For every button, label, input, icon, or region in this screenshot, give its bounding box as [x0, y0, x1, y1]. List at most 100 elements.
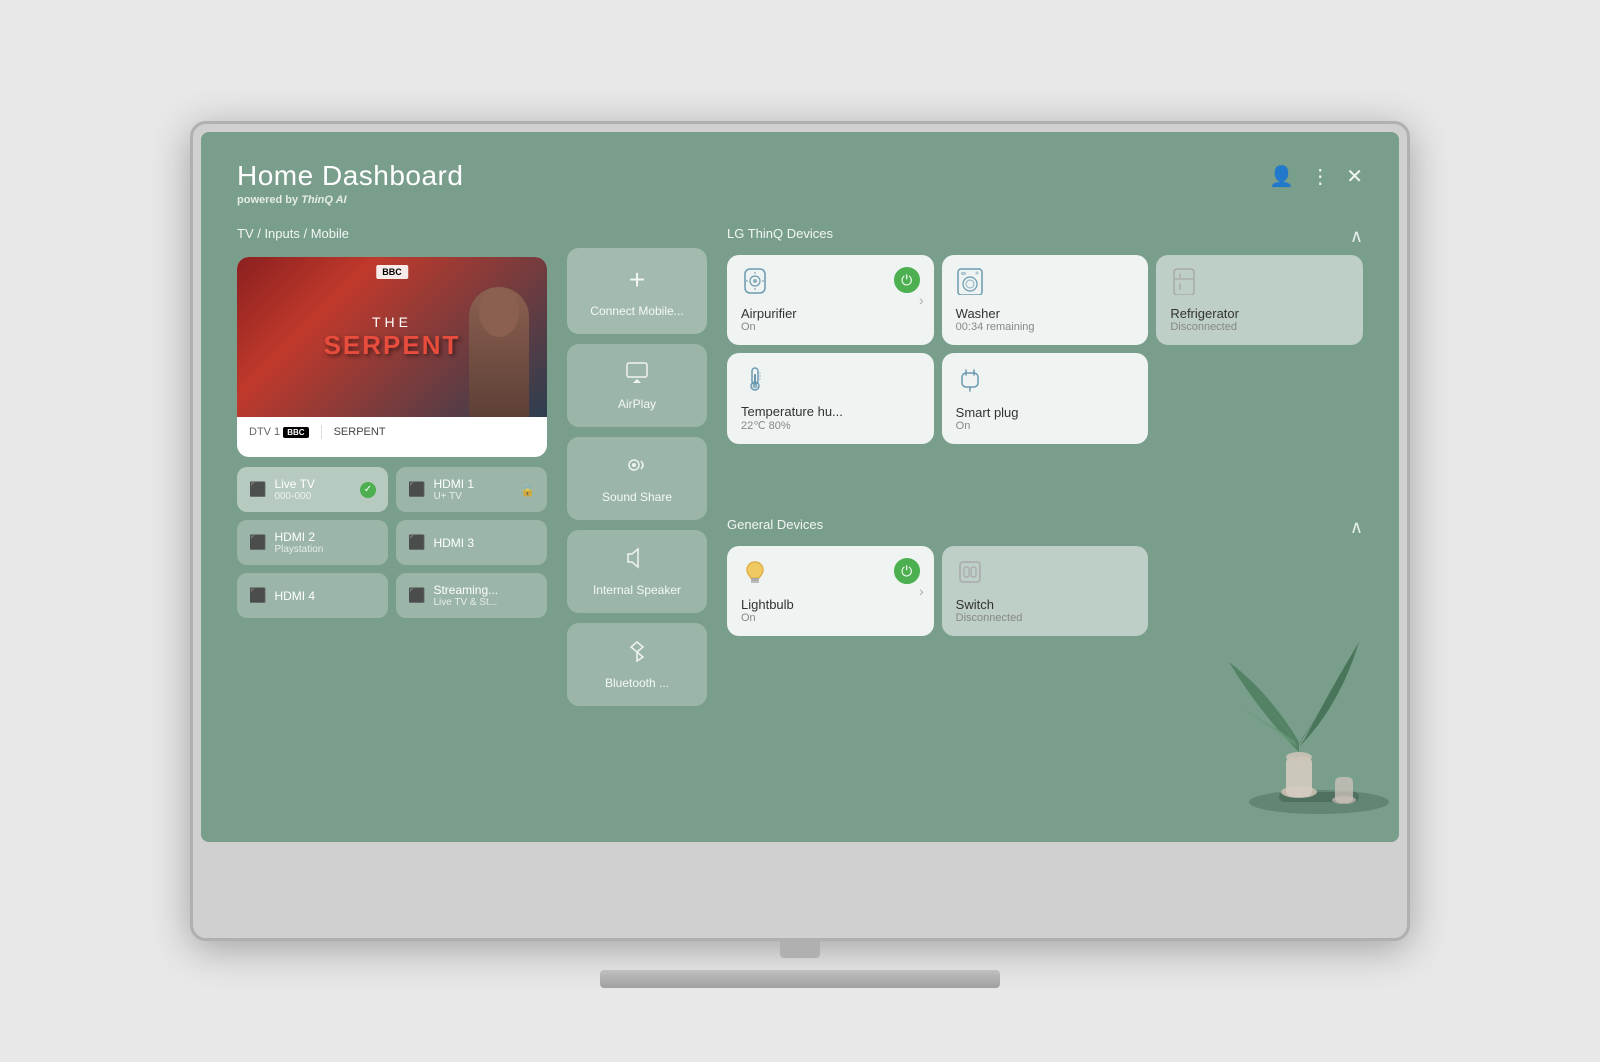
hdmi2-icon: ⬛ — [249, 534, 266, 551]
airpurifier-power-button[interactable]: ⏻ — [894, 267, 920, 293]
refrigerator-icon — [1170, 267, 1198, 300]
channel-label: DTV 1 BBC — [249, 426, 309, 438]
thinq-section: LG ThinQ Devices ∧ — [727, 226, 1363, 517]
device-lightbulb[interactable]: ⏻ Lightbulb On › — [727, 546, 934, 636]
switch-name: Switch — [956, 597, 1135, 612]
switch-icon — [956, 558, 984, 591]
airpurifier-chevron: › — [919, 292, 924, 308]
hdmi4-label: HDMI 4 — [274, 589, 315, 603]
middle-panel: + Connect Mobile... AirPlay — [567, 226, 707, 808]
bbc-badge: BBC — [376, 265, 408, 279]
hdmi3-label: HDMI 3 — [433, 536, 474, 550]
airplay-icon — [625, 360, 649, 389]
washer-name: Washer — [956, 306, 1135, 321]
airpurifier-name: Airpurifier — [741, 306, 920, 321]
close-button[interactable]: ✕ — [1346, 164, 1363, 189]
dashboard: Home Dashboard powered by ThinQ AI 👤 ⋮ ✕… — [201, 132, 1399, 842]
airpurifier-status: On — [741, 321, 920, 333]
input-hdmi4[interactable]: ⬛ HDMI 4 — [237, 573, 388, 618]
input-hdmi1[interactable]: ⬛ HDMI 1 U+ TV 🔒 — [396, 467, 547, 512]
hdmi1-lock-icon: 🔒 — [520, 483, 535, 497]
lightbulb-power-button[interactable]: ⏻ — [894, 558, 920, 584]
sound-share-label: Sound Share — [602, 490, 672, 504]
connect-mobile-card[interactable]: + Connect Mobile... — [567, 248, 707, 334]
tv-stand-neck — [780, 938, 820, 958]
tv-stand — [600, 938, 1000, 988]
switch-status: Disconnected — [956, 612, 1135, 624]
thinq-collapse-button[interactable]: ∧ — [1350, 226, 1363, 247]
general-section-header: General Devices ∧ — [727, 517, 1363, 538]
connect-mobile-icon: + — [629, 264, 645, 296]
thinq-section-label: LG ThinQ Devices — [727, 226, 833, 241]
more-options-button[interactable]: ⋮ — [1310, 164, 1330, 189]
streaming-icon: ⬛ — [408, 587, 425, 604]
lightbulb-name: Lightbulb — [741, 597, 920, 612]
input-live-tv[interactable]: ⬛ Live TV 000-000 ✓ — [237, 467, 388, 512]
tv-section-label: TV / Inputs / Mobile — [237, 226, 547, 241]
header-title-group: Home Dashboard powered by ThinQ AI — [237, 160, 463, 206]
bbc-inline: BBC — [283, 427, 308, 438]
device-smartplug[interactable]: Smart plug On — [942, 353, 1149, 444]
bluetooth-label: Bluetooth ... — [605, 676, 669, 690]
content-area: TV / Inputs / Mobile BBC THE SERPENT — [237, 226, 1363, 808]
washer-status: 00:34 remaining — [956, 321, 1135, 333]
input-streaming[interactable]: ⬛ Streaming... Live TV & St... — [396, 573, 547, 618]
general-collapse-button[interactable]: ∧ — [1350, 517, 1363, 538]
smartplug-icon — [956, 365, 984, 398]
show-label: SERPENT — [334, 426, 386, 438]
connect-mobile-label: Connect Mobile... — [590, 304, 683, 318]
refrigerator-status: Disconnected — [1170, 321, 1349, 333]
tv-screen: Home Dashboard powered by ThinQ AI 👤 ⋮ ✕… — [201, 132, 1399, 842]
airplay-label: AirPlay — [618, 397, 656, 411]
streaming-label: Streaming... — [433, 583, 498, 597]
lightbulb-icon — [741, 558, 769, 591]
lightbulb-chevron: › — [919, 583, 924, 599]
device-washer[interactable]: Washer 00:34 remaining — [942, 255, 1149, 345]
left-panel: TV / Inputs / Mobile BBC THE SERPENT — [237, 226, 547, 808]
washer-icon — [956, 267, 984, 300]
tv-preview-card[interactable]: BBC THE SERPENT DTV — [237, 257, 547, 457]
show-title: THE SERPENT — [324, 314, 461, 361]
profile-button[interactable]: 👤 — [1269, 164, 1294, 189]
live-tv-icon: ⬛ — [249, 481, 266, 498]
tv-info-bar: DTV 1 BBC SERPENT — [237, 417, 547, 447]
sound-share-card[interactable]: Sound Share — [567, 437, 707, 520]
hdmi1-sublabel: U+ TV — [433, 491, 474, 502]
refrigerator-name: Refrigerator — [1170, 306, 1349, 321]
airpurifier-icon — [741, 267, 769, 300]
hdmi3-icon: ⬛ — [408, 534, 425, 551]
header-subtitle: powered by ThinQ AI — [237, 194, 463, 206]
show-name: SERPENT — [324, 330, 461, 361]
internal-speaker-label: Internal Speaker — [593, 583, 681, 597]
subtitle-prefix: powered by — [237, 194, 301, 206]
device-refrigerator[interactable]: Refrigerator Disconnected — [1156, 255, 1363, 345]
thinq-section-header: LG ThinQ Devices ∧ — [727, 226, 1363, 247]
smartplug-status: On — [956, 420, 1135, 432]
live-tv-sublabel: 000-000 — [274, 491, 314, 502]
live-tv-label: Live TV — [274, 477, 314, 491]
device-temperature[interactable]: Temperature hu... 22℃ 80% — [727, 353, 934, 444]
input-hdmi3[interactable]: ⬛ HDMI 3 — [396, 520, 547, 565]
temperature-name: Temperature hu... — [741, 404, 920, 419]
bluetooth-icon — [625, 639, 649, 668]
thinq-devices-grid: ⏻ Airpurifier On › — [727, 255, 1363, 444]
header-controls: 👤 ⋮ ✕ — [1269, 164, 1363, 189]
decorative-scene — [1199, 562, 1399, 842]
live-tv-check: ✓ — [360, 482, 376, 498]
input-hdmi2[interactable]: ⬛ HDMI 2 Playstation — [237, 520, 388, 565]
hdmi2-sublabel: Playstation — [274, 544, 323, 555]
device-airpurifier[interactable]: ⏻ Airpurifier On › — [727, 255, 934, 345]
subtitle-brand: ThinQ AI — [301, 194, 346, 206]
hdmi1-icon: ⬛ — [408, 481, 425, 498]
streaming-sublabel: Live TV & St... — [433, 597, 498, 608]
device-switch[interactable]: Switch Disconnected — [942, 546, 1149, 636]
hdmi2-label: HDMI 2 — [274, 530, 323, 544]
internal-speaker-card[interactable]: Internal Speaker — [567, 530, 707, 613]
temperature-status: 22℃ 80% — [741, 419, 920, 432]
general-section-label: General Devices — [727, 517, 823, 532]
bluetooth-card[interactable]: Bluetooth ... — [567, 623, 707, 706]
airplay-card[interactable]: AirPlay — [567, 344, 707, 427]
lightbulb-status: On — [741, 612, 920, 624]
hdmi4-icon: ⬛ — [249, 587, 266, 604]
sound-share-icon — [625, 453, 649, 482]
